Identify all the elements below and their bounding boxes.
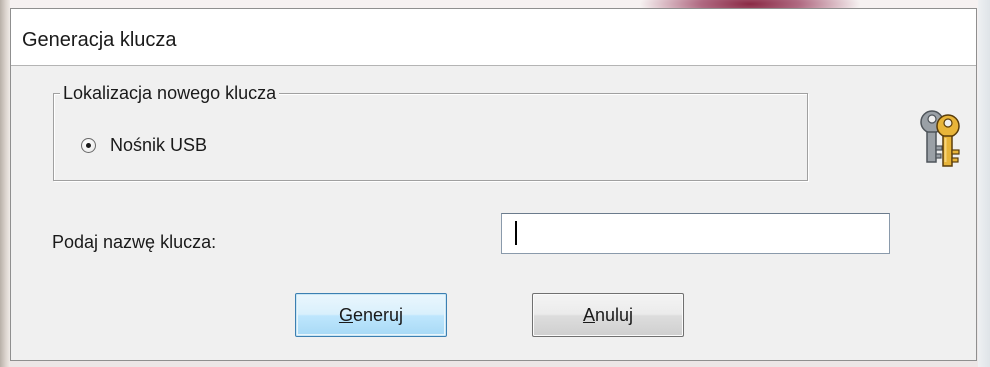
key-name-label: Podaj nazwę klucza: — [52, 232, 217, 252]
dialog-titlebar: Generacja klucza — [11, 9, 976, 66]
cancel-button-label: Anuluj — [583, 305, 633, 326]
key-generation-dialog: Generacja klucza — [10, 8, 977, 361]
generate-button[interactable]: Generuj — [295, 293, 447, 337]
key-name-input[interactable] — [501, 213, 890, 254]
generate-mnemonic: G — [338, 304, 353, 325]
radio-selected-dot — [86, 142, 91, 148]
window-frame-right — [978, 0, 990, 367]
usb-radio-option[interactable]: Nośnik USB — [81, 134, 207, 156]
cancel-mnemonic: A — [582, 304, 595, 325]
cancel-button[interactable]: Anuluj — [532, 293, 684, 337]
key-location-legend: Lokalizacja nowego klucza — [60, 83, 280, 103]
usb-radio-button[interactable] — [81, 137, 96, 153]
generate-label-rest: eneruj — [352, 304, 404, 325]
keys-icon — [920, 110, 960, 167]
dialog-title: Generacja klucza — [22, 29, 177, 51]
usb-radio-label[interactable]: Nośnik USB — [110, 135, 207, 156]
generate-button-label: Generuj — [339, 305, 403, 326]
text-caret — [515, 221, 517, 245]
window-frame-left — [0, 0, 10, 367]
cancel-label-rest: nuluj — [594, 304, 634, 325]
